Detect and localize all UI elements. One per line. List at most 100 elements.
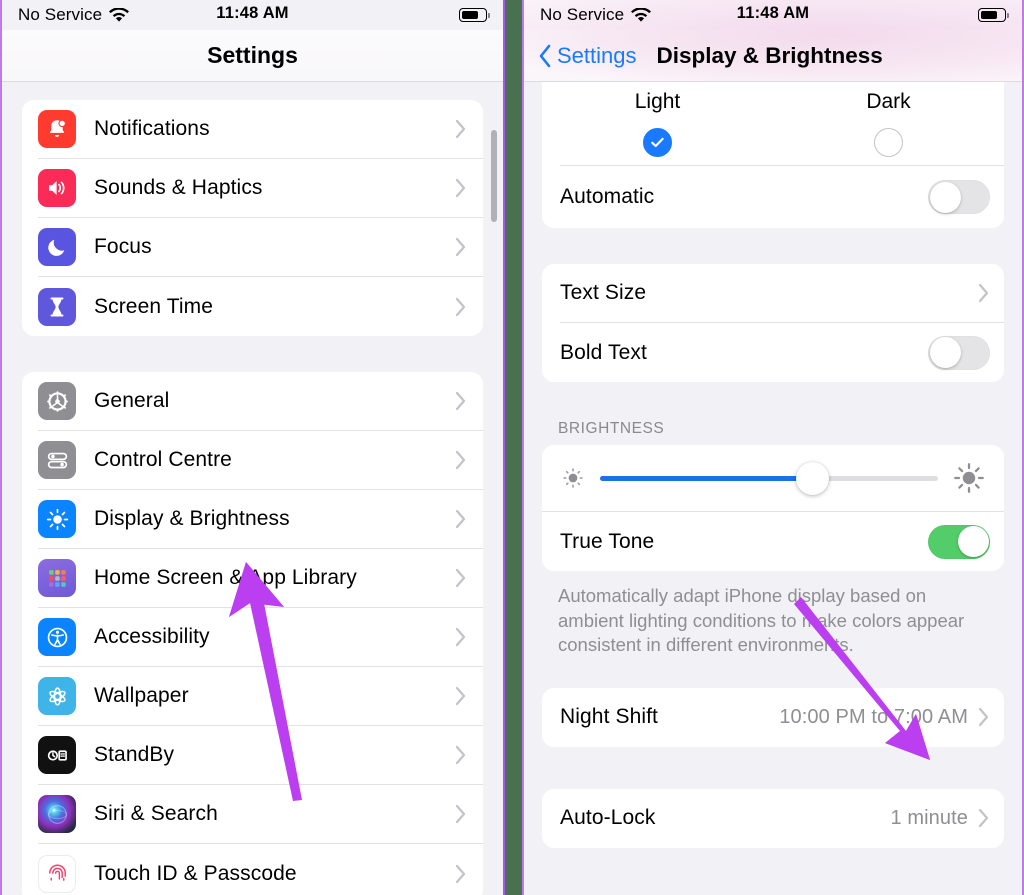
brightness-slider-row[interactable] [542, 445, 1004, 512]
bold-text-toggle[interactable] [928, 335, 990, 370]
true-tone-label: True Tone [560, 529, 655, 553]
brightness-high-icon [954, 463, 984, 493]
left-nav-bar: Settings [2, 30, 503, 82]
chevron-right-icon [455, 391, 466, 411]
auto-lock-group: Auto-Lock 1 minute [542, 788, 1004, 848]
text-size-row[interactable]: Text Size [560, 264, 1004, 323]
sidebar-item-screen-time[interactable]: Screen Time [38, 277, 483, 336]
sliders-icon [38, 441, 76, 479]
chevron-right-icon [978, 809, 989, 828]
automatic-row[interactable]: Automatic [560, 166, 1004, 228]
brightness-slider-knob[interactable] [796, 461, 830, 495]
sounds-icon [38, 169, 76, 207]
appearance-options: Light Dark [542, 82, 1004, 165]
automatic-label: Automatic [560, 185, 655, 208]
appearance-option-light[interactable]: Light [542, 82, 773, 159]
sidebar-item-touch-id-passcode[interactable]: Touch ID & Passcode [38, 844, 483, 895]
sidebar-item-label: Control Centre [94, 448, 232, 471]
right-scroll-area[interactable]: Light Dark Automatic Text Size Bold Text… [524, 82, 1022, 895]
app-grid-icon [38, 559, 76, 597]
appearance-option-dark[interactable]: Dark [773, 82, 1004, 159]
sidebar-item-label: Home Screen & App Library [94, 566, 357, 589]
sidebar-item-label: Touch ID & Passcode [94, 861, 297, 885]
left-scroll-area[interactable]: Notifications Sounds & Haptics Focus Scr… [2, 82, 503, 895]
sidebar-item-display-brightness[interactable]: Display & Brightness [38, 490, 483, 549]
right-status-bar: No Service 11:48 AM [524, 0, 1022, 30]
back-button[interactable]: Settings [538, 43, 637, 69]
page-title: Settings [207, 42, 298, 68]
right-nav-bar: Settings Display & Brightness [524, 30, 1022, 82]
night-shift-label: Night Shift [560, 705, 658, 729]
sidebar-item-home-screen-app-library[interactable]: Home Screen & App Library [38, 549, 483, 608]
sidebar-item-accessibility[interactable]: Accessibility [38, 608, 483, 667]
hourglass-icon [38, 287, 76, 326]
battery-icon [459, 8, 490, 22]
status-time: 11:48 AM [736, 4, 810, 22]
chevron-right-icon [455, 568, 466, 588]
true-tone-description: Automatically adapt iPhone display based… [558, 585, 965, 656]
brightness-slider-track[interactable] [600, 461, 938, 495]
appearance-group: Light Dark Automatic [542, 82, 1004, 228]
notifications-icon [38, 110, 76, 148]
sidebar-item-siri-search[interactable]: Siri & Search [38, 785, 483, 844]
true-tone-toggle[interactable] [928, 524, 990, 559]
page-title: Display & Brightness [656, 42, 883, 68]
sidebar-item-focus[interactable]: Focus [38, 218, 483, 277]
automatic-toggle[interactable] [928, 180, 990, 214]
sidebar-item-label: General [94, 389, 170, 412]
text-group: Text Size Bold Text [542, 264, 1004, 382]
light-radio-checked[interactable] [643, 128, 672, 157]
chevron-right-icon [455, 864, 466, 883]
check-icon [651, 137, 664, 148]
sidebar-item-label: Notifications [94, 117, 210, 140]
brightness-group: True Tone [542, 445, 1004, 571]
text-size-label: Text Size [560, 281, 647, 304]
bold-text-row[interactable]: Bold Text [560, 323, 1004, 382]
fingerprint-icon [38, 854, 76, 893]
true-tone-row[interactable]: True Tone [560, 512, 1004, 571]
brightness-icon [38, 500, 76, 538]
sidebar-item-notifications[interactable]: Notifications [38, 100, 483, 159]
sidebar-item-control-centre[interactable]: Control Centre [38, 431, 483, 490]
brightness-slider-fill [600, 475, 813, 481]
left-status-bar: No Service 11:48 AM [2, 0, 503, 30]
focus-moon-icon [38, 228, 76, 266]
status-time: 11:48 AM [216, 4, 289, 22]
sidebar-item-standby[interactable]: StandBy [38, 726, 483, 785]
siri-icon [38, 795, 76, 833]
night-shift-group: Night Shift 10:00 PM to 7:00 AM [542, 687, 1004, 747]
light-label: Light [634, 90, 681, 113]
standby-icon [38, 736, 76, 774]
sidebar-item-label: Wallpaper [94, 684, 189, 707]
dark-radio-unchecked[interactable] [874, 128, 903, 157]
brightness-low-icon [563, 468, 583, 488]
sidebar-item-general[interactable]: General [38, 372, 483, 431]
chevron-right-icon [455, 627, 466, 647]
chevron-right-icon [455, 509, 466, 529]
chevron-left-icon [539, 44, 551, 67]
accessibility-icon [38, 618, 76, 656]
settings-group-2: General Control Centre Display & Brightn… [22, 372, 483, 895]
sidebar-item-label: Display & Brightness [94, 507, 290, 530]
vertical-scrollbar[interactable] [491, 130, 497, 222]
auto-lock-row[interactable]: Auto-Lock 1 minute [560, 789, 1004, 848]
chevron-right-icon [455, 119, 466, 139]
comparison-stage: No Service 11:48 AM Settings Notificatio… [0, 0, 1024, 895]
sidebar-item-sounds-haptics[interactable]: Sounds & Haptics [38, 159, 483, 218]
auto-lock-value: 1 minute [890, 806, 968, 829]
auto-lock-label: Auto-Lock [560, 806, 656, 830]
gear-icon [38, 382, 76, 420]
sidebar-item-label: Siri & Search [94, 802, 218, 825]
chevron-right-icon [455, 237, 466, 257]
bold-text-label: Bold Text [560, 340, 647, 364]
wallpaper-icon [38, 677, 76, 715]
night-shift-row[interactable]: Night Shift 10:00 PM to 7:00 AM [560, 688, 1004, 747]
sidebar-item-label: StandBy [94, 743, 175, 766]
sidebar-item-wallpaper[interactable]: Wallpaper [38, 667, 483, 726]
chevron-right-icon [455, 745, 466, 765]
settings-group-1: Notifications Sounds & Haptics Focus Scr… [22, 100, 483, 336]
brightness-section-header: BRIGHTNESS [558, 420, 665, 437]
right-phone-screenshot: No Service 11:48 AM Settings Display & B… [522, 0, 1024, 895]
sidebar-item-label: Screen Time [94, 294, 213, 318]
